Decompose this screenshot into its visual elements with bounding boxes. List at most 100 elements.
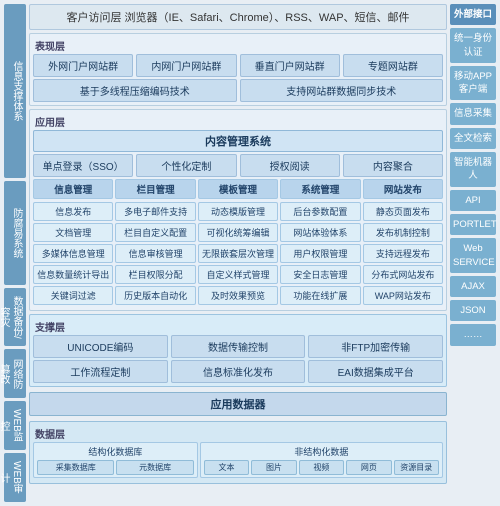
unstructured-data-title: 非结构化数据 (204, 445, 439, 458)
sys-mgmt-2: 网站体验体系 (280, 223, 360, 242)
right-item-8: AJAX (450, 276, 496, 297)
unstructured-data-inner: 文本 图片 视频 网页 资源目录 (204, 460, 439, 475)
cms-title: 内容管理系统 (33, 130, 443, 152)
col-mgmt-5: 历史版本自动化 (115, 286, 195, 305)
structured-db: 结构化数据库 采集数据库 元数据库 (33, 442, 198, 478)
web-pub-2: 发布机制控制 (363, 223, 443, 242)
tmpl-mgmt-5: 及时效果预览 (198, 286, 278, 305)
col-mgmt-3: 信息审核管理 (115, 244, 195, 263)
web-pub-col: 网站发布 静态页面发布 发布机制控制 支持远程发布 分布式网站发布 WAP网站发… (363, 179, 443, 305)
webpage-db: 网页 (346, 460, 391, 475)
video-db: 视频 (299, 460, 344, 475)
left-label-network: 网络防篡改 (4, 349, 26, 398)
right-item-9: JSON (450, 300, 496, 321)
col-mgmt-1: 多电子邮件支持 (115, 202, 195, 221)
left-sidebar: 信息支撑体系 防腐易系统 数据备份/容灾 网络防篡改 WEB监控 WEB审计 (4, 4, 26, 502)
eai-box: EAI数据集成平台 (308, 360, 443, 383)
text-db: 文本 (204, 460, 249, 475)
right-item-10: …… (450, 324, 496, 345)
app-data-box: 应用数据器 (29, 392, 447, 416)
app-layer: 应用层 内容管理系统 单点登录（SSO） 个性化定制 授权阅读 内容聚合 信息管… (29, 109, 447, 311)
left-label-info: 信息支撑体系 (4, 4, 26, 178)
sys-mgmt-header: 系统管理 (280, 179, 360, 199)
col-mgmt-header: 栏目管理 (115, 179, 195, 199)
col-mgmt-2: 栏目自定义配置 (115, 223, 195, 242)
support-row1: UNICODE编码 数据传输控制 非FTP加密传输 (33, 335, 443, 358)
data-label: 数据层 (33, 425, 443, 442)
external-interface-label: 外部接口 (450, 4, 496, 25)
sys-mgmt-col: 系统管理 后台参数配置 网站体验体系 用户权限管理 安全日志管理 功能在线扩展 (280, 179, 360, 305)
meta-db: 元数据库 (116, 460, 193, 475)
data-layer: 数据层 结构化数据库 采集数据库 元数据库 非结构化数据 文本 图片 视频 网页 (29, 421, 447, 484)
info-mgmt-2: 文档管理 (33, 223, 113, 242)
tmpl-mgmt-2: 可视化统筹编辑 (198, 223, 278, 242)
structured-db-inner: 采集数据库 元数据库 (37, 460, 194, 475)
ftp-box: 非FTP加密传输 (308, 335, 443, 358)
unicode-box: UNICODE编码 (33, 335, 168, 358)
right-item-7: Web SERVICE (450, 238, 496, 273)
presentation-label: 表现层 (33, 37, 443, 54)
web-pub-1: 静态页面发布 (363, 202, 443, 221)
vertical-portal: 垂直门户网站群 (240, 54, 340, 77)
right-sidebar: 外部接口 统一身份认证 移动APP客户端 信息采集 全文检索 智能机器人 API… (450, 4, 496, 502)
sys-mgmt-1: 后台参数配置 (280, 202, 360, 221)
sys-mgmt-4: 安全日志管理 (280, 265, 360, 284)
col-mgmt-col: 栏目管理 多电子邮件支持 栏目自定义配置 信息审核管理 栏目权限分配 历史版本自… (115, 179, 195, 305)
auth-box: 授权阅读 (240, 154, 340, 177)
web-pub-header: 网站发布 (363, 179, 443, 199)
data-layer-row: 结构化数据库 采集数据库 元数据库 非结构化数据 文本 图片 视频 网页 资源目… (33, 442, 443, 478)
data-transfer-box: 数据传输控制 (171, 335, 306, 358)
tech-base-1: 基于多线程压缩编码技术 (33, 79, 237, 102)
unstructured-data: 非结构化数据 文本 图片 视频 网页 资源目录 (200, 442, 443, 478)
presentation-layer: 表现层 外网门户网站群 内网门户网站群 垂直门户网站群 专题网站群 基于多线程压… (29, 33, 447, 106)
info-standard-box: 信息标准化发布 (171, 360, 306, 383)
presentation-row: 外网门户网站群 内网门户网站群 垂直门户网站群 专题网站群 (33, 54, 443, 77)
right-item-5: API (450, 190, 496, 211)
collect-db: 采集数据库 (37, 460, 114, 475)
support-row2: 工作流程定制 信息标准化发布 EAI数据集成平台 (33, 360, 443, 383)
workflow-box: 工作流程定制 (33, 360, 168, 383)
main-wrapper: 信息支撑体系 防腐易系统 数据备份/容灾 网络防篡改 WEB监控 WEB审计 客… (0, 0, 500, 506)
right-item-3: 全文检索 (450, 128, 496, 149)
tmpl-mgmt-1: 动态模版管理 (198, 202, 278, 221)
tmpl-mgmt-col: 模板管理 动态模版管理 可视化统筹编辑 无限嵌套层次管理 自定义样式管理 及时效… (198, 179, 278, 305)
right-item-2: 信息采集 (450, 103, 496, 124)
info-mgmt-header: 信息管理 (33, 179, 113, 199)
web-pub-3: 支持远程发布 (363, 244, 443, 263)
info-mgmt-4: 信息数量统计导出 (33, 265, 113, 284)
main-content: 客户访问层 浏览器（IE、Safari、Chrome）、RSS、WAP、短信、邮… (29, 4, 447, 502)
support-label: 支撑层 (33, 318, 443, 335)
structured-db-title: 结构化数据库 (37, 445, 194, 458)
web-pub-5: WAP网站发布 (363, 286, 443, 305)
info-mgmt-1: 信息发布 (33, 202, 113, 221)
info-mgmt-3: 多媒体信息管理 (33, 244, 113, 263)
left-label-backup: 数据备份/容灾 (4, 288, 26, 346)
outer-portal: 外网门户网站群 (33, 54, 133, 77)
tmpl-mgmt-4: 自定义样式管理 (198, 265, 278, 284)
right-item-4: 智能机器人 (450, 152, 496, 187)
app-label: 应用层 (33, 113, 443, 130)
tech-base-2: 支持网站群数据同步技术 (240, 79, 444, 102)
content-agg-box: 内容聚合 (343, 154, 443, 177)
sys-mgmt-3: 用户权限管理 (280, 244, 360, 263)
sys-mgmt-5: 功能在线扩展 (280, 286, 360, 305)
right-item-0: 统一身份认证 (450, 28, 496, 63)
image-db: 图片 (251, 460, 296, 475)
app-features-row: 单点登录（SSO） 个性化定制 授权阅读 内容聚合 (33, 154, 443, 177)
sub-modules-grid: 信息管理 信息发布 文档管理 多媒体信息管理 信息数量统计导出 关键词过滤 栏目… (33, 179, 443, 305)
web-pub-4: 分布式网站发布 (363, 265, 443, 284)
tech-base-row: 基于多线程压缩编码技术 支持网站群数据同步技术 (33, 79, 443, 102)
resource-dir: 资源目录 (394, 460, 439, 475)
col-mgmt-4: 栏目权限分配 (115, 265, 195, 284)
tmpl-mgmt-3: 无限嵌套层次管理 (198, 244, 278, 263)
support-layer: 支撑层 UNICODE编码 数据传输控制 非FTP加密传输 工作流程定制 信息标… (29, 314, 447, 387)
topic-portal: 专题网站群 (343, 54, 443, 77)
right-item-6: PORTLET (450, 214, 496, 235)
info-mgmt-5: 关键词过滤 (33, 286, 113, 305)
right-item-1: 移动APP客户端 (450, 66, 496, 101)
tmpl-mgmt-header: 模板管理 (198, 179, 278, 199)
sso-box: 单点登录（SSO） (33, 154, 133, 177)
left-label-web-audit: WEB审计 (4, 453, 26, 502)
left-label-anti: 防腐易系统 (4, 181, 26, 285)
top-bar: 客户访问层 浏览器（IE、Safari、Chrome）、RSS、WAP、短信、邮… (29, 4, 447, 30)
